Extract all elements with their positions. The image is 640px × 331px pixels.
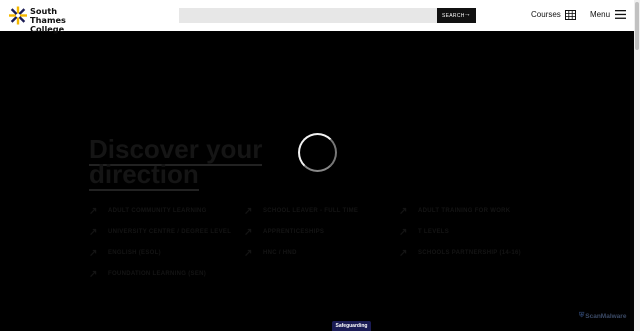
shield-icon: ⛨ [579, 312, 585, 319]
arrow-up-right-icon: ↗ [244, 226, 253, 238]
arrow-up-right-icon: ↗ [89, 247, 98, 259]
college-logo[interactable]: South Thames College [9, 6, 89, 34]
site-header: South Thames College SEARCH → Courses Me… [0, 0, 634, 34]
course-link-school-leaver[interactable]: ↗ SCHOOL LEAVER - FULL TIME [244, 205, 358, 217]
arrow-up-right-icon: ↗ [399, 205, 408, 217]
courses-link[interactable]: Courses [531, 10, 561, 19]
scrollbar-thumb[interactable] [635, 2, 639, 50]
arrow-up-right-icon: ↗ [89, 226, 98, 238]
arrow-up-right-icon: ↗ [399, 247, 408, 259]
course-link-university-centre[interactable]: ↗ UNIVERSITY CENTRE / DEGREE LEVEL [89, 226, 231, 238]
course-link-hnc-hnd[interactable]: ↗ HNC / HND [244, 247, 297, 259]
course-link-adult-community[interactable]: ↗ ADULT COMMUNITY LEARNING [89, 205, 207, 217]
arrow-up-right-icon: ↗ [89, 205, 98, 217]
arrow-up-right-icon: ↗ [244, 205, 253, 217]
arrow-up-right-icon: ↗ [399, 226, 408, 238]
scanmalware-label: ScanMalware [585, 312, 627, 320]
hero-title-line-2: direction [89, 159, 199, 191]
scanmalware-badge[interactable]: ⛨ ScanMalware [579, 312, 626, 320]
college-name: South Thames College [30, 6, 66, 34]
arrow-up-right-icon: ↗ [89, 268, 98, 280]
course-link-esol[interactable]: ↗ ENGLISH (ESOL) [89, 247, 161, 259]
course-link-schools-partnership[interactable]: ↗ SCHOOLS PARTNERSHIP (14-16) [399, 247, 521, 259]
menu-link[interactable]: Menu [590, 10, 610, 19]
grid-icon[interactable] [565, 10, 576, 20]
search-input[interactable] [179, 8, 438, 23]
course-links: ↗ ADULT COMMUNITY LEARNING ↗ SCHOOL LEAV… [89, 206, 569, 286]
course-link-adult-training[interactable]: ↗ ADULT TRAINING FOR WORK [399, 205, 510, 217]
starburst-logo-icon [9, 6, 27, 25]
safeguarding-tab[interactable]: Safeguarding [332, 321, 371, 331]
search-button[interactable]: SEARCH → [437, 8, 476, 23]
hero-title: Discover your direction [89, 134, 279, 191]
loading-spinner [298, 133, 337, 172]
arrow-up-right-icon: ↗ [244, 247, 253, 259]
course-link-foundation-learning[interactable]: ↗ FOUNDATION LEARNING (SEN) [89, 268, 206, 280]
page-scrollbar[interactable] [634, 0, 640, 331]
course-link-apprenticeships[interactable]: ↗ APPRENTICESHIPS [244, 226, 324, 238]
arrow-right-icon: → [463, 11, 471, 18]
course-link-t-levels[interactable]: ↗ T LEVELS [399, 226, 449, 238]
search-button-label: SEARCH [442, 12, 465, 19]
hamburger-icon[interactable] [615, 10, 626, 19]
